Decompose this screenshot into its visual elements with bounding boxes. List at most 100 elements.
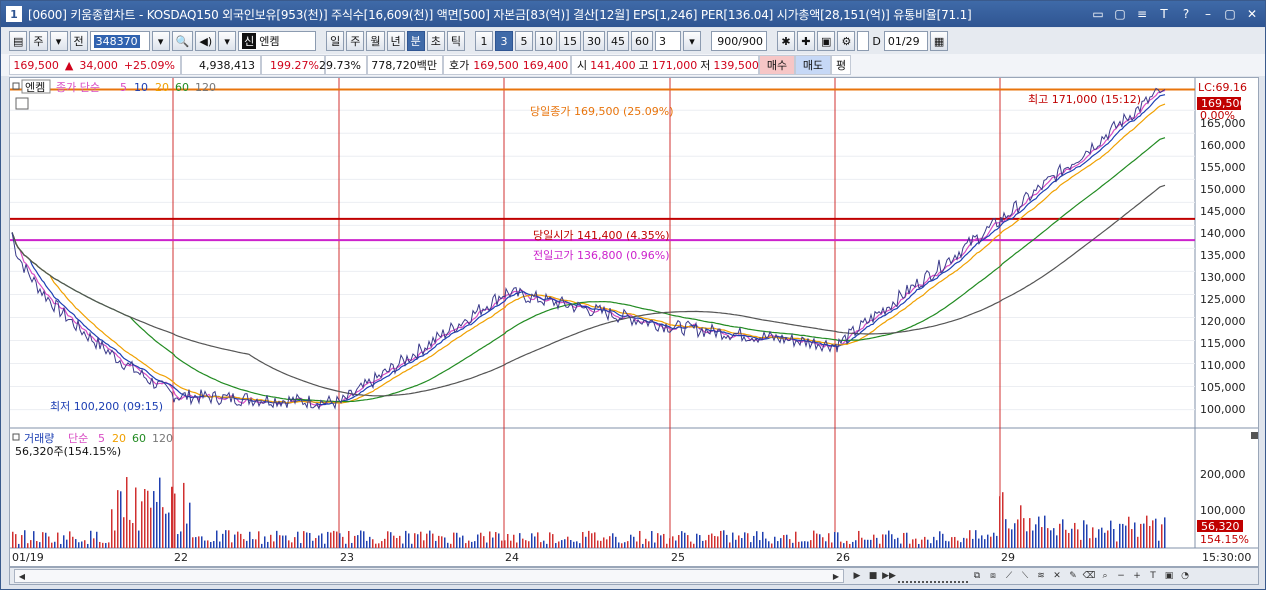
- volume-bar: [99, 541, 101, 548]
- volume-bar: [348, 531, 350, 548]
- date-checkbox[interactable]: [857, 31, 870, 51]
- volume-bar: [933, 536, 935, 548]
- chart-area[interactable]: 엔켐 종가 단순 5 10 20 60 120 거래량 단순 5 20 60 1…: [9, 77, 1259, 567]
- y-tick: 150,000: [1200, 183, 1246, 196]
- type-select-a[interactable]: 주: [29, 31, 48, 51]
- volume-bar: [594, 532, 596, 548]
- period-year[interactable]: 년: [386, 31, 405, 51]
- link-icon[interactable]: ▭: [1089, 5, 1107, 23]
- history-dropdown[interactable]: ▾: [218, 31, 237, 51]
- scroll-left-icon[interactable]: ◀: [15, 570, 29, 582]
- fib-icon[interactable]: ≋: [1034, 569, 1048, 583]
- type-select-b[interactable]: 전: [69, 31, 88, 51]
- volume-bar: [1008, 528, 1010, 548]
- volume-bar: [474, 541, 476, 548]
- window-controls: ▭ ▢ ≡ T ? – ▢ ✕: [1089, 5, 1261, 23]
- volume-bar: [141, 501, 143, 548]
- minute-3[interactable]: 3: [495, 31, 513, 51]
- draw-icon[interactable]: ⟋: [1002, 569, 1016, 583]
- stock-name-field[interactable]: 신 엔켐: [238, 31, 317, 51]
- save-icon[interactable]: ▣: [817, 31, 836, 51]
- volume-bar: [1152, 520, 1154, 548]
- stop-icon[interactable]: ■: [866, 569, 880, 583]
- help-icon[interactable]: ?: [1177, 5, 1195, 23]
- settings-icon[interactable]: ⚙: [837, 31, 856, 51]
- pen-icon[interactable]: ✎: [1066, 569, 1080, 583]
- minimize-button[interactable]: –: [1199, 5, 1217, 23]
- volume-bar: [411, 543, 413, 548]
- minute-1[interactable]: 1: [475, 31, 493, 51]
- scroll-right-icon[interactable]: ▶: [829, 570, 843, 582]
- volume-bar: [1032, 530, 1034, 548]
- y-tick: 140,000: [1200, 227, 1246, 240]
- volume-bar: [732, 532, 734, 548]
- indicator-icon[interactable]: ✱: [777, 31, 795, 51]
- maximize-button[interactable]: ▢: [1221, 5, 1239, 23]
- calendar-icon[interactable]: ▦: [929, 31, 949, 51]
- speaker-icon[interactable]: ◀): [195, 31, 217, 51]
- volume-bar: [870, 539, 872, 548]
- period-day[interactable]: 일: [326, 31, 345, 51]
- zoom-in-icon[interactable]: +: [1130, 569, 1144, 583]
- volume-bar: [1137, 536, 1139, 548]
- magnifier-icon[interactable]: ⌕: [1098, 569, 1112, 583]
- period-minute[interactable]: 분: [406, 31, 425, 51]
- vol-tick: 200,000: [1200, 468, 1246, 481]
- buy-button[interactable]: 매수: [759, 55, 795, 75]
- minute-10[interactable]: 10: [535, 31, 557, 51]
- y-tick: 115,000: [1200, 337, 1246, 350]
- volume-bar: [915, 538, 917, 548]
- trend-icon[interactable]: ⟍: [1018, 569, 1032, 583]
- layers-icon[interactable]: ⧈: [986, 569, 1000, 583]
- minute-60[interactable]: 60: [631, 31, 653, 51]
- volume-bar: [405, 530, 407, 548]
- font-icon[interactable]: T: [1155, 5, 1173, 23]
- layout-icon[interactable]: ▤: [9, 31, 28, 51]
- code-input[interactable]: 348370: [89, 31, 150, 51]
- search-icon[interactable]: 🔍: [171, 31, 194, 51]
- minute-5[interactable]: 5: [515, 31, 533, 51]
- interval-dropdown[interactable]: ▾: [683, 31, 701, 51]
- count-input[interactable]: 900/900: [711, 31, 767, 51]
- volume-bar: [240, 533, 242, 548]
- more-icon[interactable]: ◔: [1178, 569, 1192, 583]
- period-week[interactable]: 주: [346, 31, 365, 51]
- volume-bar: [687, 535, 689, 548]
- date-input[interactable]: 01/29: [883, 31, 928, 51]
- interval-input[interactable]: 3: [655, 31, 681, 51]
- period-tick[interactable]: 틱: [446, 31, 465, 51]
- minute-15[interactable]: 15: [559, 31, 581, 51]
- code-dropdown[interactable]: ▾: [151, 31, 170, 51]
- minute-45[interactable]: 45: [607, 31, 629, 51]
- zoom-out-icon[interactable]: −: [1114, 569, 1128, 583]
- layout-icon[interactable]: ▢: [1111, 5, 1129, 23]
- close-button[interactable]: ✕: [1243, 5, 1261, 23]
- menu-icon[interactable]: ≡: [1133, 5, 1151, 23]
- text-icon[interactable]: T: [1146, 569, 1160, 583]
- eraser-icon[interactable]: ⌫: [1082, 569, 1096, 583]
- table-icon[interactable]: [15, 97, 29, 110]
- sell-button[interactable]: 매도: [795, 55, 831, 75]
- volume-bar: [129, 519, 131, 548]
- image-icon[interactable]: ▣: [1162, 569, 1176, 583]
- type-dropdown-a[interactable]: ▾: [49, 31, 68, 51]
- volume-bar: [126, 477, 128, 548]
- fast-forward-icon[interactable]: ▶▶: [882, 569, 896, 583]
- crosshair-icon[interactable]: ✚: [797, 31, 815, 51]
- zoom-slider[interactable]: [898, 569, 968, 583]
- cross-icon[interactable]: ✕: [1050, 569, 1064, 583]
- volume-bar: [846, 540, 848, 548]
- minute-30[interactable]: 30: [583, 31, 605, 51]
- close-panel-icon[interactable]: [1251, 432, 1258, 439]
- horizontal-scrollbar[interactable]: ◀ ▶: [14, 569, 844, 583]
- period-month[interactable]: 월: [366, 31, 385, 51]
- play-icon[interactable]: ▶: [850, 569, 864, 583]
- chart-canvas[interactable]: 엔켐 종가 단순 5 10 20 60 120 거래량 단순 5 20 60 1…: [10, 78, 1258, 566]
- volume-bar: [279, 535, 281, 548]
- period-second[interactable]: 초: [426, 31, 445, 51]
- eval-button[interactable]: 평: [831, 55, 851, 75]
- volume-bar: [21, 535, 23, 548]
- volume-bar: [621, 543, 623, 548]
- volume-bar: [867, 539, 869, 548]
- copy-icon[interactable]: ⧉: [970, 569, 984, 583]
